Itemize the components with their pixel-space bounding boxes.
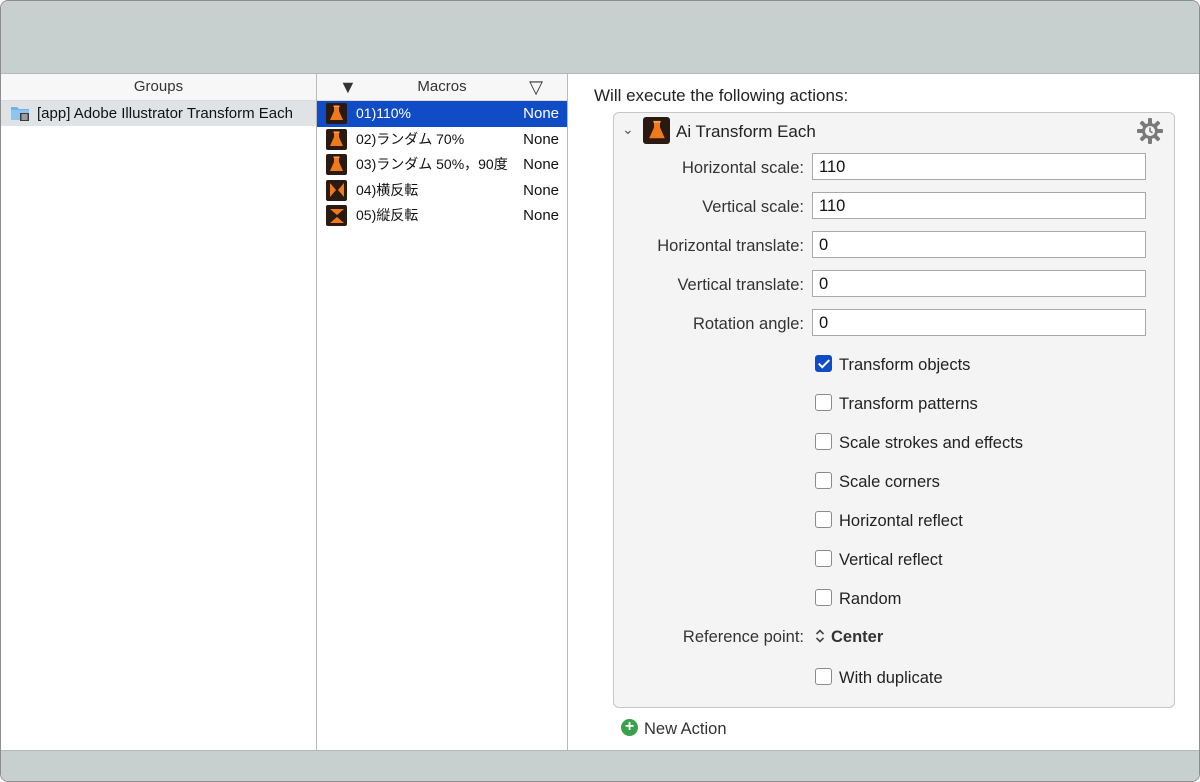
scale-corners-checkbox[interactable]: Scale corners <box>815 471 940 493</box>
flask-icon <box>326 154 347 175</box>
checkbox-label: Scale strokes and effects <box>839 434 1024 452</box>
checkbox-label: With duplicate <box>839 669 943 687</box>
checkbox-box[interactable] <box>815 511 832 529</box>
checkbox-box[interactable] <box>815 433 832 451</box>
reference-point-select[interactable]: Center <box>815 628 883 647</box>
checkbox-label: Horizontal reflect <box>839 512 963 530</box>
horizontal-reflect-checkbox[interactable]: Horizontal reflect <box>815 510 963 532</box>
gear-icon[interactable] <box>1136 117 1164 145</box>
with-duplicate-checkbox[interactable]: With duplicate <box>815 667 943 689</box>
group-item-label: [app] Adobe Illustrator Transform Each <box>37 105 293 122</box>
flip-vertical-icon <box>326 205 347 226</box>
groups-column-header[interactable]: Groups <box>1 74 316 101</box>
scale-strokes-checkbox[interactable]: Scale strokes and effects <box>815 432 1023 454</box>
macro-row[interactable]: 04)横反転 None <box>317 178 567 204</box>
transform-patterns-checkbox[interactable]: Transform patterns <box>815 393 978 415</box>
new-action-label: New Action <box>644 720 727 738</box>
folder-list-icon <box>11 107 29 121</box>
flip-horizontal-icon <box>326 179 347 201</box>
reference-point-value: Center <box>831 628 884 646</box>
macro-name: 02)ランダム 70% <box>356 130 465 147</box>
macro-name: 05)縦反転 <box>356 207 419 223</box>
reference-point-label: Reference point: <box>682 628 804 646</box>
macros-header-label: Macros <box>417 78 467 95</box>
macro-trigger: None <box>523 156 559 173</box>
macro-name: 04)横反転 <box>356 181 419 198</box>
toolbar <box>1 1 1199 74</box>
sort-ascending-icon[interactable]: ▽ <box>529 74 543 100</box>
updown-chevron-icon <box>815 629 825 643</box>
macro-trigger: None <box>523 207 559 224</box>
horizontal-scale-input[interactable]: 110 <box>812 153 1146 180</box>
checkbox-label: Random <box>839 590 902 608</box>
macro-detail-panel: Will execute the following actions: ⌄ Ai… <box>568 74 1199 750</box>
flask-icon <box>326 103 347 124</box>
checkbox-label: Scale corners <box>839 473 940 491</box>
bottom-bar <box>1 750 1199 781</box>
rotation-angle-label: Rotation angle: <box>693 315 804 333</box>
horizontal-translate-label: Horizontal translate: <box>657 237 804 255</box>
vertical-translate-label: Vertical translate: <box>677 276 804 294</box>
vertical-scale-label: Vertical scale: <box>702 198 804 216</box>
macro-trigger: None <box>523 181 559 199</box>
checkbox-box[interactable] <box>815 550 832 568</box>
macro-trigger: None <box>523 105 559 122</box>
action-title: Ai Transform Each <box>676 122 816 141</box>
app-window: Groups [app] Adobe Illustrator Transform… <box>0 0 1200 782</box>
checkbox-box[interactable] <box>815 472 832 490</box>
checkbox-label: Transform objects <box>839 356 971 374</box>
checkbox-label: Transform patterns <box>839 395 978 413</box>
actions-heading: Will execute the following actions: <box>594 86 849 105</box>
macros-panel: ▼ Macros ▽ 01)110% None 02)ランダム 70% None… <box>317 74 568 750</box>
checkbox-box[interactable] <box>815 394 832 412</box>
macro-name: 03)ランダム 50%，90度 <box>356 156 508 172</box>
macro-row[interactable]: 01)110% None <box>317 101 567 127</box>
groups-panel: Groups [app] Adobe Illustrator Transform… <box>1 74 317 750</box>
macro-trigger: None <box>523 130 559 148</box>
horizontal-translate-input[interactable]: 0 <box>812 231 1146 258</box>
sort-descending-icon[interactable]: ▼ <box>339 74 357 100</box>
vertical-translate-input[interactable]: 0 <box>812 270 1146 297</box>
plus-circle-icon: + <box>621 719 638 737</box>
group-item[interactable]: [app] Adobe Illustrator Transform Each <box>1 101 316 126</box>
macro-name: 01)110% <box>356 105 412 121</box>
checkbox-box[interactable] <box>815 589 832 607</box>
rotation-angle-input[interactable]: 0 <box>812 309 1146 336</box>
checkbox-box[interactable] <box>815 668 832 686</box>
vertical-scale-input[interactable]: 110 <box>812 192 1146 219</box>
horizontal-scale-label: Horizontal scale: <box>682 159 804 177</box>
flask-icon <box>326 128 347 150</box>
macro-row[interactable]: 03)ランダム 50%，90度 None <box>317 152 567 178</box>
macros-column-header[interactable]: ▼ Macros ▽ <box>317 74 567 101</box>
vertical-reflect-checkbox[interactable]: Vertical reflect <box>815 549 943 571</box>
new-action-button[interactable]: + New Action <box>621 719 727 739</box>
random-checkbox[interactable]: Random <box>815 588 901 610</box>
macro-row[interactable]: 05)縦反転 None <box>317 203 567 229</box>
chevron-down-icon[interactable]: ⌄ <box>622 121 634 138</box>
checkbox-box[interactable] <box>815 355 832 373</box>
flask-icon <box>643 117 670 144</box>
action-box: ⌄ Ai Transform Each Horizontal scale: 11… <box>613 112 1175 708</box>
transform-objects-checkbox[interactable]: Transform objects <box>815 354 970 376</box>
macro-row[interactable]: 02)ランダム 70% None <box>317 127 567 153</box>
checkbox-label: Vertical reflect <box>839 551 943 569</box>
